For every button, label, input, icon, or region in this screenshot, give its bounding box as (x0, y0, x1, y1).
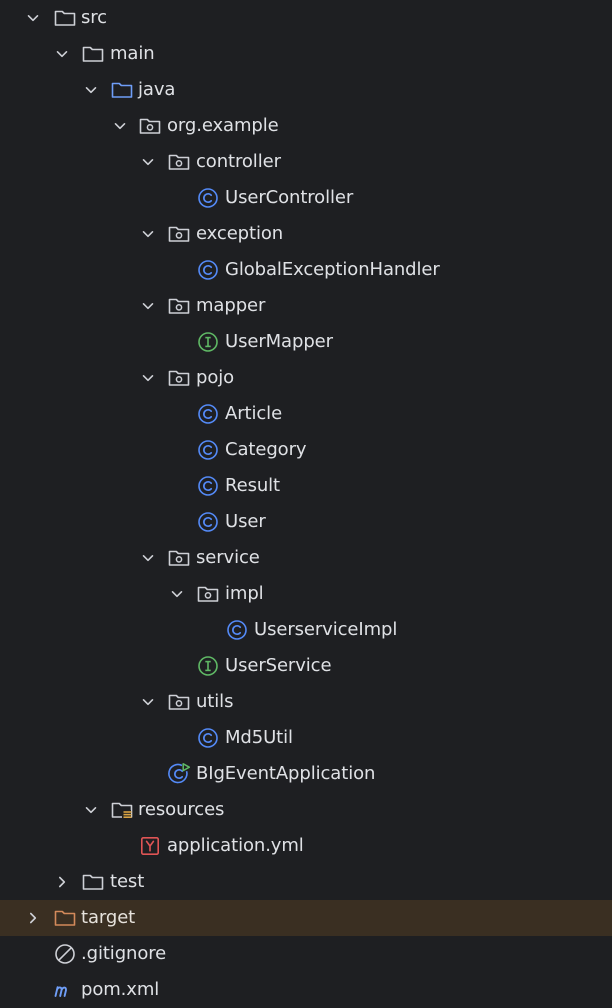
chevron-down-icon[interactable] (138, 288, 158, 324)
tree-item-label: java (138, 79, 176, 100)
tree-item-label: UserserviceImpl (254, 619, 398, 640)
chevron-down-icon[interactable] (110, 108, 130, 144)
project-tree[interactable]: src main java org.example controller UserCont… (0, 0, 612, 1008)
tree-item-label: mapper (196, 295, 266, 316)
ignore-file-icon (53, 942, 77, 966)
tree-item-usercontroller[interactable]: UserController (0, 180, 612, 216)
tree-item-label: utils (196, 691, 234, 712)
tree-item-result[interactable]: Result (0, 468, 612, 504)
chevron-down-icon[interactable] (138, 360, 158, 396)
maven-icon (53, 978, 77, 1002)
tree-item-label: Category (225, 439, 307, 460)
tree-item-label: UserController (225, 187, 354, 208)
tree-item-pom-xml[interactable]: pom.xml (0, 972, 612, 1008)
tree-item-impl[interactable]: impl (0, 576, 612, 612)
interface-icon (196, 654, 220, 678)
package-icon (167, 294, 191, 318)
chevron-down-icon[interactable] (138, 144, 158, 180)
tree-item-md5util[interactable]: Md5Util (0, 720, 612, 756)
tree-item-article[interactable]: Article (0, 396, 612, 432)
tree-item-user[interactable]: User (0, 504, 612, 540)
tree-item-target[interactable]: target (0, 900, 612, 936)
tree-item-gitignore[interactable]: .gitignore (0, 936, 612, 972)
class-icon (196, 474, 220, 498)
tree-item-userserviceimpl[interactable]: UserserviceImpl (0, 612, 612, 648)
spring-boot-class-icon (167, 762, 191, 786)
chevron-down-icon[interactable] (138, 540, 158, 576)
interface-icon (196, 330, 220, 354)
tree-item-label: pom.xml (81, 979, 160, 1000)
chevron-down-icon[interactable] (23, 0, 43, 36)
tree-item-label: controller (196, 151, 281, 172)
chevron-down-icon[interactable] (138, 216, 158, 252)
tree-item-main[interactable]: main (0, 36, 612, 72)
tree-item-exception[interactable]: exception (0, 216, 612, 252)
package-icon (167, 546, 191, 570)
tree-item-usermapper[interactable]: UserMapper (0, 324, 612, 360)
tree-item-label: target (81, 907, 136, 928)
folder-icon (81, 870, 105, 894)
yaml-file-icon (138, 834, 162, 858)
class-icon (196, 510, 220, 534)
tree-item-src[interactable]: src (0, 0, 612, 36)
package-icon (167, 366, 191, 390)
chevron-right-icon[interactable] (23, 900, 43, 936)
tree-item-userservice[interactable]: UserService (0, 648, 612, 684)
class-icon (196, 258, 220, 282)
tree-item-label: service (196, 547, 260, 568)
resources-folder-icon (110, 798, 134, 822)
tree-item-label: main (110, 43, 155, 64)
tree-item-label: User (225, 511, 266, 532)
package-icon (167, 150, 191, 174)
folder-icon (81, 42, 105, 66)
source-root-folder-icon (110, 78, 134, 102)
tree-item-label: impl (225, 583, 264, 604)
chevron-right-icon[interactable] (52, 864, 72, 900)
tree-item-label: exception (196, 223, 284, 244)
folder-icon (53, 6, 77, 30)
tree-item-test[interactable]: test (0, 864, 612, 900)
chevron-down-icon[interactable] (81, 72, 101, 108)
tree-item-java[interactable]: java (0, 72, 612, 108)
tree-item-service[interactable]: service (0, 540, 612, 576)
tree-item-controller[interactable]: controller (0, 144, 612, 180)
tree-item-label: GlobalExceptionHandler (225, 259, 440, 280)
tree-item-org-example[interactable]: org.example (0, 108, 612, 144)
tree-item-label: Md5Util (225, 727, 293, 748)
class-icon (196, 438, 220, 462)
chevron-down-icon[interactable] (81, 792, 101, 828)
tree-item-label: resources (138, 799, 225, 820)
class-icon (196, 402, 220, 426)
chevron-down-icon[interactable] (138, 684, 158, 720)
tree-item-label: Article (225, 403, 283, 424)
package-icon (196, 582, 220, 606)
excluded-folder-icon (53, 906, 77, 930)
class-icon (196, 726, 220, 750)
tree-item-label: test (110, 871, 145, 892)
class-icon (196, 186, 220, 210)
class-icon (225, 618, 249, 642)
tree-item-pojo[interactable]: pojo (0, 360, 612, 396)
chevron-down-icon[interactable] (52, 36, 72, 72)
package-icon (167, 222, 191, 246)
tree-item-label: org.example (167, 115, 279, 136)
tree-item-label: application.yml (167, 835, 304, 856)
tree-item-label: UserMapper (225, 331, 333, 352)
tree-item-mapper[interactable]: mapper (0, 288, 612, 324)
tree-item-bigeventapplication[interactable]: BIgEventApplication (0, 756, 612, 792)
tree-item-resources[interactable]: resources (0, 792, 612, 828)
chevron-down-icon[interactable] (167, 576, 187, 612)
tree-item-utils[interactable]: utils (0, 684, 612, 720)
package-icon (167, 690, 191, 714)
tree-item-label: Result (225, 475, 281, 496)
tree-item-label: UserService (225, 655, 332, 676)
tree-item-label: pojo (196, 367, 235, 388)
package-icon (138, 114, 162, 138)
tree-item-category[interactable]: Category (0, 432, 612, 468)
tree-item-label: .gitignore (81, 943, 167, 964)
tree-item-label: BIgEventApplication (196, 763, 376, 784)
tree-item-globalexceptionhandler[interactable]: GlobalExceptionHandler (0, 252, 612, 288)
tree-item-label: src (81, 7, 107, 28)
tree-item-application-yml[interactable]: application.yml (0, 828, 612, 864)
